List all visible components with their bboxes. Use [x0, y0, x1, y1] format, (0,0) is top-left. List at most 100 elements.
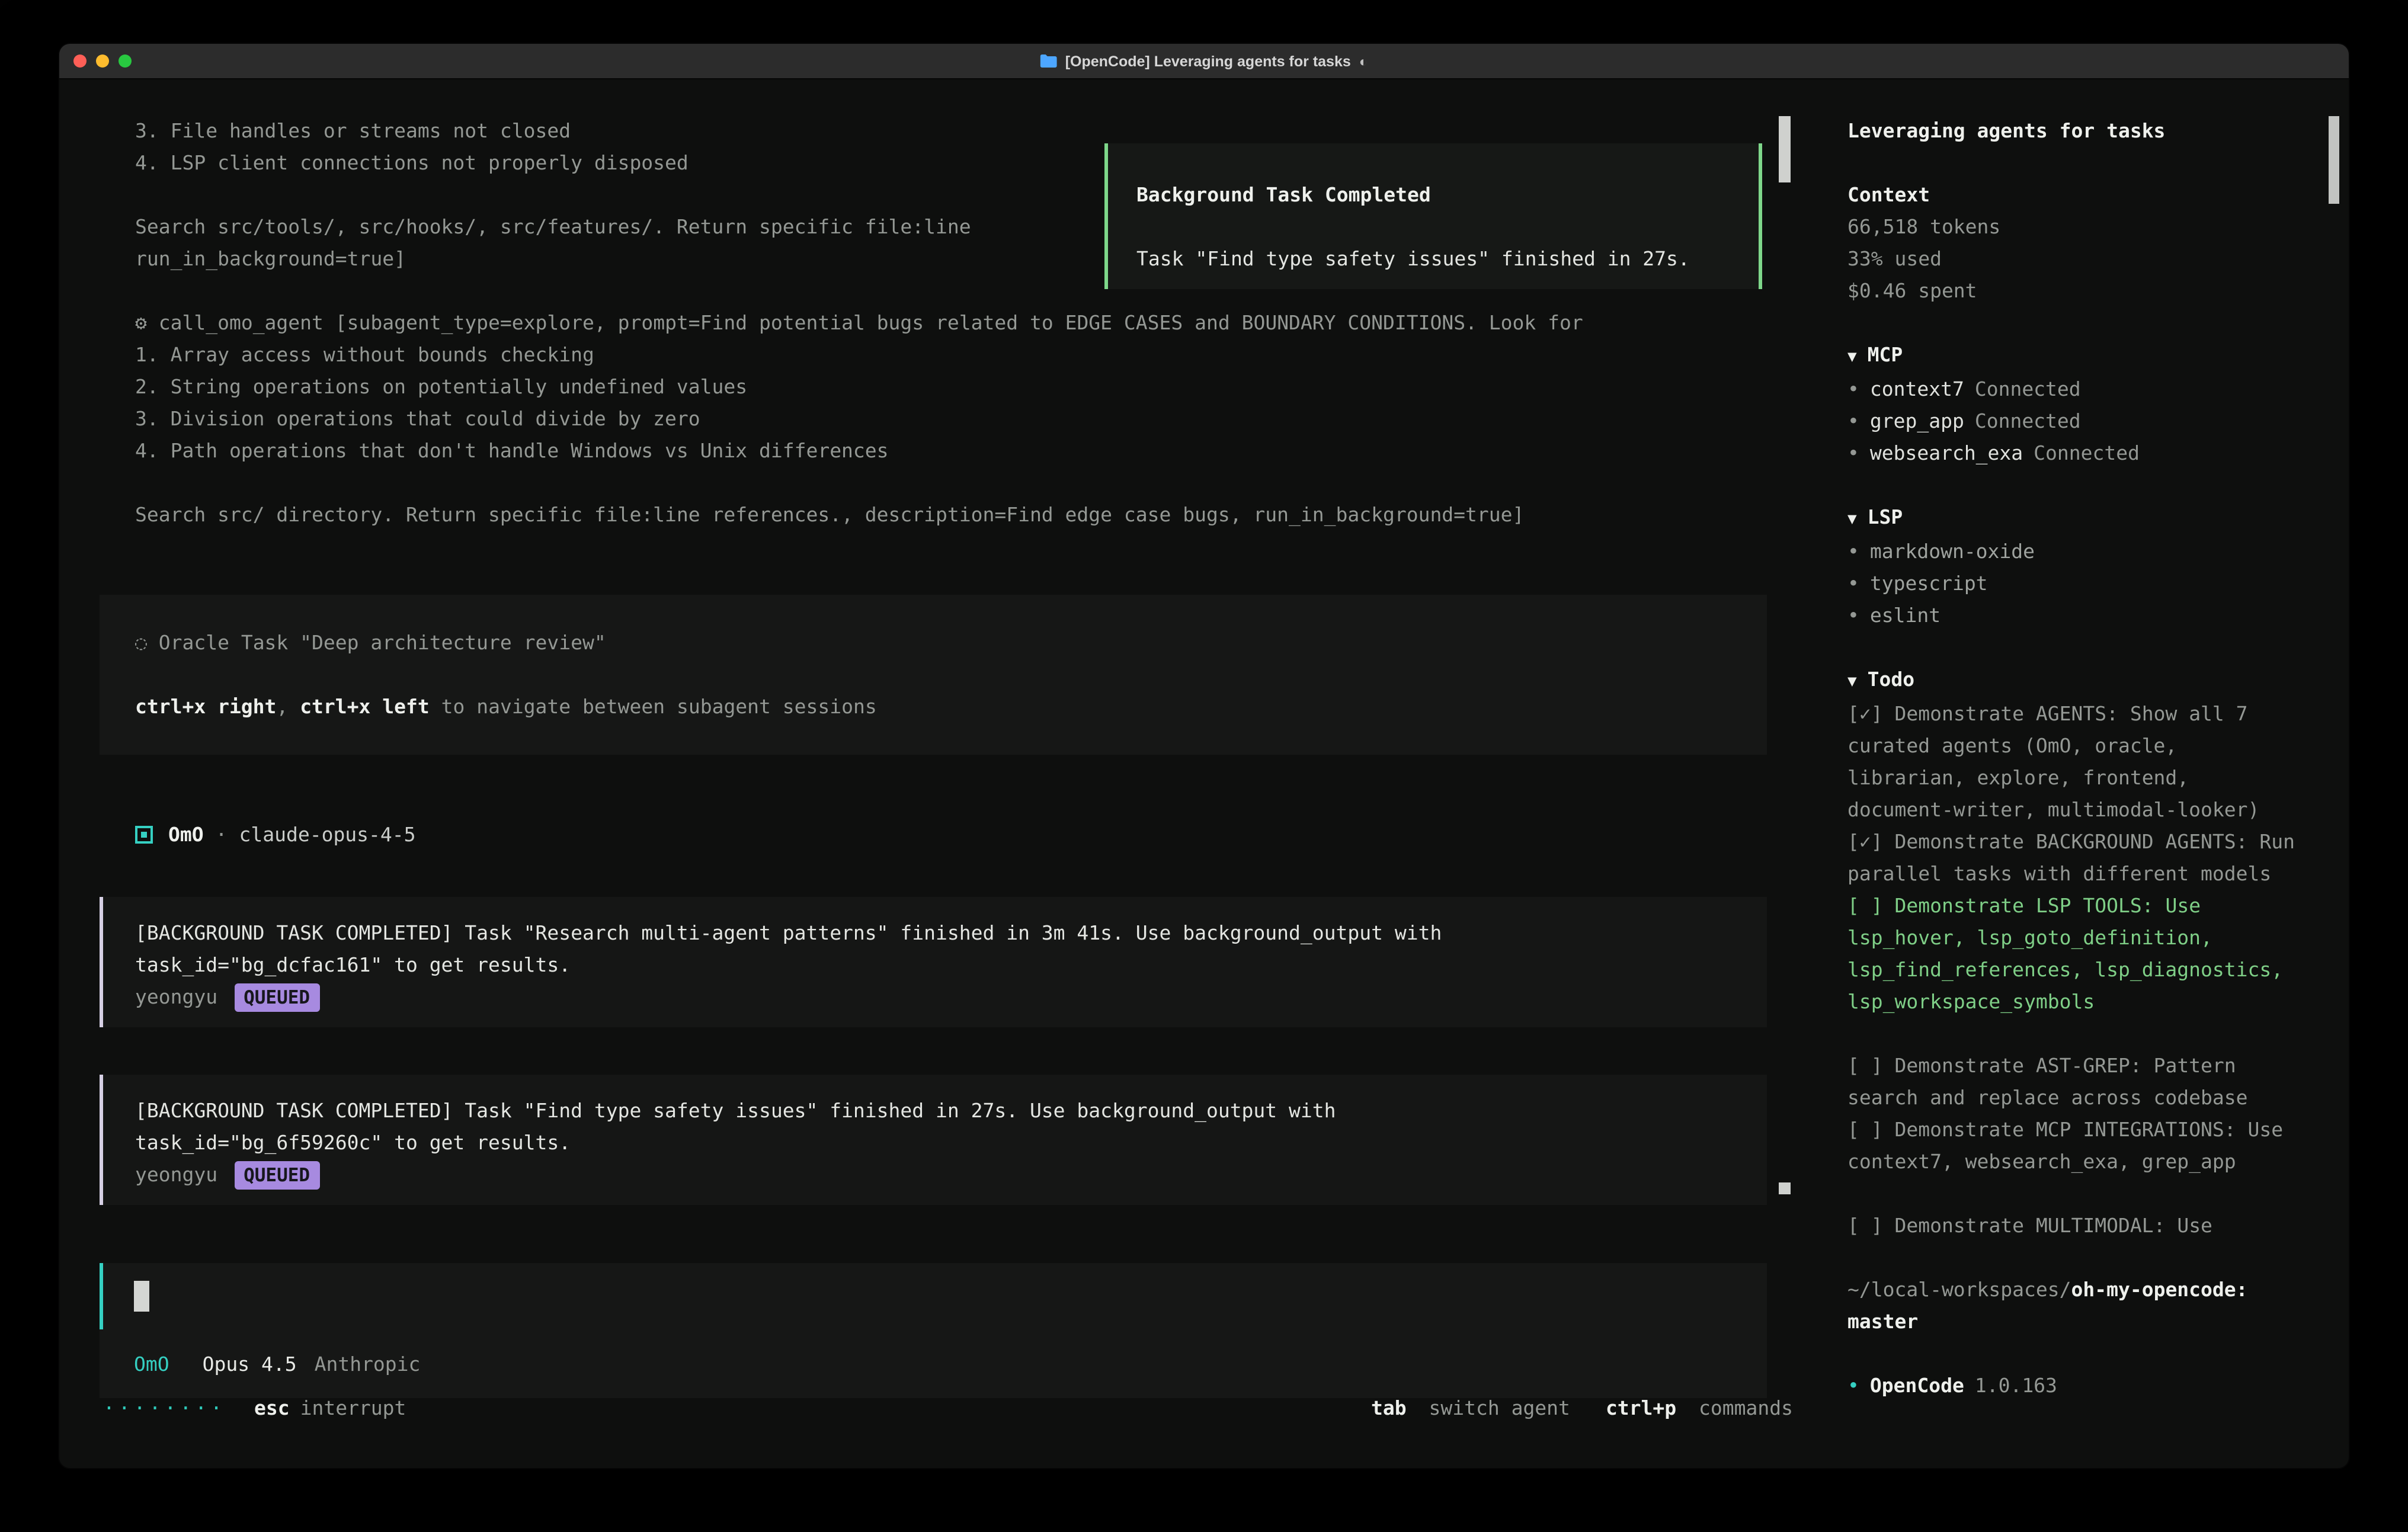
collapse-icon: ▼ — [1847, 348, 1857, 366]
bullet-icon: • — [1847, 540, 1859, 563]
queued-badge: QUEUED — [234, 1161, 319, 1189]
bullet-icon: • — [1847, 572, 1859, 595]
workspace-path-prefix: ~/local-workspaces/ — [1847, 1278, 2071, 1301]
lsp-section-heading: ▼LSP — [1847, 501, 2301, 536]
mcp-status: Connected — [1975, 378, 2081, 400]
context-tokens: 66,518 tokens — [1847, 211, 2301, 243]
prompt-input[interactable] — [100, 1263, 1767, 1329]
todo-item: [✓] Demonstrate BACKGROUND AGENTS: Run p… — [1847, 826, 2301, 890]
todo-list: [✓] Demonstrate AGENTS: Show all 7 curat… — [1847, 698, 2301, 1242]
workspace-path: ~/local-workspaces/oh-my-opencode: maste… — [1847, 1274, 2301, 1338]
terminal-line: ⚙ call_omo_agent [subagent_type=explore,… — [59, 307, 1823, 339]
active-model-label: Opus 4.5 — [203, 1348, 297, 1380]
sidebar-scrollbar-thumb[interactable] — [2329, 116, 2339, 204]
message-meta: yeongyu QUEUED — [135, 1159, 1738, 1191]
provider-label: Anthropic — [315, 1348, 421, 1380]
terminal-line: 3. File handles or streams not closed — [59, 115, 1823, 147]
titlebar[interactable]: [OpenCode] Leveraging agents for tasks ◐ — [59, 44, 2349, 79]
mcp-name: websearch_exa — [1870, 442, 2023, 464]
todo-checkbox: [ ] — [1847, 895, 1883, 917]
todo-text: Demonstrate MULTIMODAL: Use — [1895, 1214, 2212, 1237]
todo-checkbox: [ ] — [1847, 1055, 1883, 1077]
message-background-task-1: [BACKGROUND TASK COMPLETED] Task "Resear… — [100, 897, 1767, 1027]
window-title-text: [OpenCode] Leveraging agents for tasks — [1065, 53, 1351, 69]
terminal-line: 2. String operations on potentially unde… — [59, 371, 1823, 403]
lsp-name: eslint — [1870, 604, 1941, 627]
session-title: Leveraging agents for tasks — [1847, 115, 2301, 147]
terminal-window: [OpenCode] Leveraging agents for tasks ◐… — [58, 43, 2350, 1469]
queued-badge: QUEUED — [234, 983, 319, 1011]
todo-text: Demonstrate AST-GREP: Pattern search and… — [1847, 1055, 2248, 1109]
folder-icon — [1040, 55, 1057, 68]
progress-icon: ◐ — [1359, 53, 1368, 69]
terminal-line: ctrl+x right, ctrl+x left to navigate be… — [100, 691, 1767, 723]
window-title: [OpenCode] Leveraging agents for tasks ◐ — [1040, 53, 1368, 69]
terminal-main: 3. File handles or streams not closed 4. … — [59, 79, 1823, 1468]
text-cursor — [134, 1281, 149, 1312]
toast-title: Background Task Completed — [1136, 179, 1759, 211]
agent-name: OmO — [168, 819, 204, 851]
todo-item: [ ] Demonstrate AST-GREP: Pattern search… — [1847, 1050, 2301, 1114]
todo-item: [ ] Demonstrate MULTIMODAL: Use — [1847, 1210, 2301, 1242]
context-heading: Context — [1847, 179, 2301, 211]
terminal-line: Search src/ directory. Return specific f… — [59, 499, 1823, 531]
zoom-button[interactable] — [119, 55, 132, 68]
mcp-item: • context7 Connected — [1847, 373, 2301, 405]
traffic-lights — [59, 55, 132, 68]
active-agent-label: OmO — [134, 1348, 169, 1380]
mcp-status: Connected — [1975, 410, 2081, 432]
message-text-line: [BACKGROUND TASK COMPLETED] Task "Resear… — [135, 917, 1738, 949]
todo-checkbox: [ ] — [1847, 1118, 1883, 1141]
terminal-line: ◌ Oracle Task "Deep architecture review" — [100, 627, 1767, 659]
agent-model: claude-opus-4-5 — [239, 819, 416, 851]
todo-item: [ ] Demonstrate MCP INTEGRATIONS: Use co… — [1847, 1114, 2301, 1178]
tab-key-hint: tab — [1371, 1397, 1407, 1419]
todo-item: [✓] Demonstrate AGENTS: Show all 7 curat… — [1847, 698, 2301, 826]
todo-text: Demonstrate BACKGROUND AGENTS: Run paral… — [1847, 831, 2295, 885]
opencode-version-line: •OpenCode1.0.163 — [1847, 1370, 2301, 1402]
mcp-heading-label: MCP — [1868, 344, 1903, 366]
minimize-button[interactable] — [96, 55, 109, 68]
todo-item: [ ] Demonstrate LSP TOOLS: Use lsp_hover… — [1847, 890, 2301, 1018]
message-author: yeongyu — [135, 981, 217, 1013]
message-text-line: task_id="bg_dcfac161" to get results. — [135, 949, 1738, 981]
message-meta: yeongyu QUEUED — [135, 981, 1738, 1013]
agent-header: OmO · claude-opus-4-5 — [59, 819, 1823, 851]
main-scrollbar-thumb[interactable] — [1779, 116, 1791, 182]
close-button[interactable] — [73, 55, 87, 68]
model-statusline: OmO Opus 4.5 Anthropic — [100, 1329, 1767, 1398]
toast-background-task-completed[interactable]: Background Task Completed Task "Find typ… — [1104, 143, 1762, 289]
prompt-input-panel: OmO Opus 4.5 Anthropic — [100, 1263, 1767, 1398]
workspace-branch: master — [1847, 1310, 1918, 1333]
lsp-name: typescript — [1870, 572, 1988, 595]
collapse-icon: ▼ — [1847, 511, 1857, 528]
statusbar: ········ esc interrupt tab switch agent … — [103, 1392, 1793, 1424]
mcp-item: •websearch_exaConnected — [1847, 437, 2301, 469]
terminal-line: 3. Division operations that could divide… — [59, 403, 1823, 435]
terminal-line: 1. Array access without bounds checking — [59, 339, 1823, 371]
todo-checkbox: [ ] — [1847, 1214, 1883, 1237]
oracle-subagent-panel: ◌ Oracle Task "Deep architecture review"… — [100, 595, 1767, 755]
spinner-dots-icon: ········ — [103, 1392, 226, 1424]
bullet-icon: • — [1847, 410, 1859, 432]
main-scrollbar-mark[interactable] — [1779, 1182, 1791, 1194]
context-used: 33% used — [1847, 243, 2301, 275]
omo-agent-icon — [135, 826, 153, 844]
todo-heading-label: Todo — [1868, 668, 1915, 691]
terminal-line — [59, 467, 1823, 499]
bullet-icon: • — [1847, 604, 1859, 627]
mcp-item: •grep_appConnected — [1847, 405, 2301, 437]
bullet-icon: • — [1847, 1374, 1859, 1397]
toast-body: Task "Find type safety issues" finished … — [1136, 243, 1759, 275]
terminal-line: 4. Path operations that don't handle Win… — [59, 435, 1823, 467]
todo-text: Demonstrate LSP TOOLS: Use lsp_hover, ls… — [1847, 895, 2283, 1013]
mcp-name: context7 — [1870, 378, 1964, 400]
todo-text: Demonstrate MCP INTEGRATIONS: Use contex… — [1847, 1118, 2283, 1173]
bullet-icon: • — [1847, 378, 1859, 400]
desktop: [OpenCode] Leveraging agents for tasks ◐… — [0, 0, 2408, 1532]
terminal-line — [100, 659, 1767, 691]
lsp-item: • typescript — [1847, 568, 2301, 600]
message-text-line: task_id="bg_6f59260c" to get results. — [135, 1127, 1738, 1159]
ctrlp-key-hint: ctrl+p — [1606, 1397, 1676, 1419]
todo-checkbox: [✓] — [1847, 831, 1883, 853]
